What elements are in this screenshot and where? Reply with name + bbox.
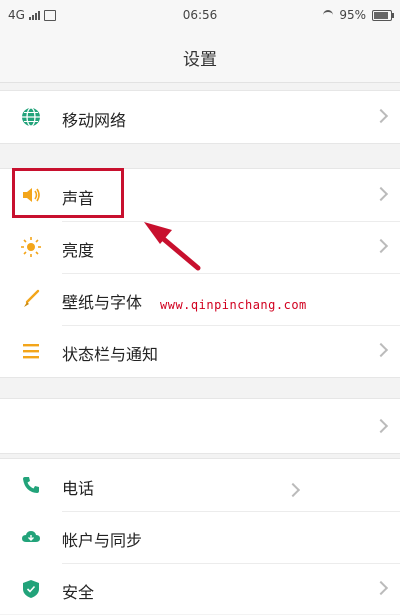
settings-group-hidden [0, 398, 400, 454]
settings-item-statusbar-notifications[interactable]: 状态栏与通知 [0, 325, 400, 377]
status-bar: 4G 06:56 95% [0, 0, 400, 30]
settings-item-label: 移动网络 [62, 111, 127, 130]
settings-item-mobile-network[interactable]: 移动网络 [0, 91, 400, 143]
chevron-right-icon [285, 482, 301, 498]
settings-item-brightness[interactable]: 亮度 [0, 221, 400, 273]
chevron-right-icon [373, 418, 389, 434]
settings-item-phone[interactable]: 电话 [0, 459, 400, 511]
settings-item-label: 亮度 [62, 241, 95, 260]
settings-group-system: 电话 帐户与同步 安全 [0, 458, 400, 614]
chevron-right-icon [373, 238, 389, 254]
chevron-right-icon [373, 580, 389, 596]
settings-item-label: 安全 [62, 583, 95, 602]
highlight-box [12, 168, 124, 218]
menu-lines-icon [23, 344, 39, 359]
chevron-right-icon [373, 108, 389, 124]
watermark: www.qinpinchang.com [160, 298, 307, 312]
settings-item-label: 帐户与同步 [62, 531, 143, 550]
settings-item-security[interactable]: 安全 [0, 563, 400, 615]
wifi-icon [323, 10, 334, 20]
settings-item-label: 电话 [62, 479, 95, 498]
status-right: 95% [323, 8, 394, 22]
settings-item-blurred[interactable] [0, 399, 400, 451]
settings-item-label: 状态栏与通知 [62, 345, 159, 364]
brush-icon [24, 289, 40, 307]
battery-percent: 95% [339, 8, 366, 22]
shield-icon [23, 580, 39, 598]
chevron-right-icon [373, 342, 389, 358]
cloud-sync-icon [22, 531, 40, 542]
settings-group-network: 移动网络 [0, 90, 400, 144]
globe-icon [22, 107, 40, 127]
phone-icon [23, 477, 39, 493]
settings-item-accounts-sync[interactable]: 帐户与同步 [0, 511, 400, 563]
settings-item-label: 壁纸与字体 [62, 293, 143, 312]
title-bar: 设置 [0, 30, 400, 83]
chevron-right-icon [373, 186, 389, 202]
sun-icon [21, 237, 41, 257]
page-title: 设置 [183, 50, 217, 70]
battery-icon [372, 9, 394, 21]
